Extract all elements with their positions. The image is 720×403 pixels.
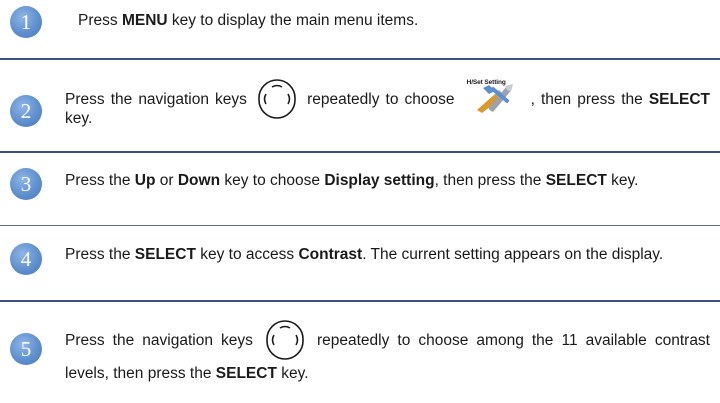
text-run: . The current setting appears on the dis… (362, 246, 664, 263)
text-run: key to access (195, 246, 299, 263)
text-run: or (155, 172, 178, 189)
step-number-badge: 4 (10, 243, 42, 275)
step-text: Press the Up or Down key to choose Displ… (65, 171, 710, 190)
step-number: 2 (20, 98, 32, 123)
step-text: Press the navigation keys repeatedly to … (65, 79, 710, 128)
text-run: Press the (65, 246, 135, 263)
navigation-key-icon (257, 79, 297, 119)
text-run: key. (276, 365, 309, 382)
text-run: , then press the (530, 91, 649, 108)
text-run: Press the navigation keys (65, 91, 254, 108)
step-number-badge: 2 (10, 95, 42, 127)
key-name: MENU (121, 12, 168, 29)
divider (0, 151, 720, 153)
text-run: , then press the (434, 172, 546, 189)
step-number-badge: 5 (10, 333, 42, 365)
key-name: SELECT (134, 246, 196, 263)
step-number: 5 (20, 336, 32, 361)
step-number: 4 (20, 246, 32, 271)
divider (0, 225, 720, 226)
menu-item-name: Contrast (298, 246, 363, 263)
text-run: Press the (65, 172, 135, 189)
text-run: key. (65, 110, 93, 127)
text-run: Press (78, 12, 122, 29)
text-run: Press the navigation keys (65, 332, 261, 349)
text-run: repeatedly to choose (301, 91, 461, 108)
navigation-key-icon (265, 320, 305, 360)
step-number: 3 (20, 171, 32, 196)
tools-icon (476, 83, 513, 113)
step-text: Press the SELECT key to access Contrast.… (65, 245, 710, 264)
menu-item-name: Display setting (324, 172, 435, 189)
step-text: Press MENU key to display the main menu … (78, 11, 710, 30)
step-text: Press the navigation keys repeatedly to … (65, 320, 710, 390)
key-name: SELECT (545, 172, 607, 189)
divider (0, 300, 720, 302)
text-run: key to choose (220, 172, 325, 189)
text-run: key. (606, 172, 639, 189)
key-name: SELECT (648, 91, 710, 108)
step-number-badge: 3 (10, 168, 42, 200)
key-name: Up (134, 172, 156, 189)
key-name: SELECT (215, 365, 277, 382)
h-set-setting-icon: H/Set Setting (467, 73, 525, 113)
step-number-badge: 1 (10, 6, 42, 38)
step-number: 1 (20, 9, 32, 34)
text-run: key to display the main menu items. (167, 12, 419, 29)
divider (0, 58, 720, 60)
key-name: Down (177, 172, 221, 189)
